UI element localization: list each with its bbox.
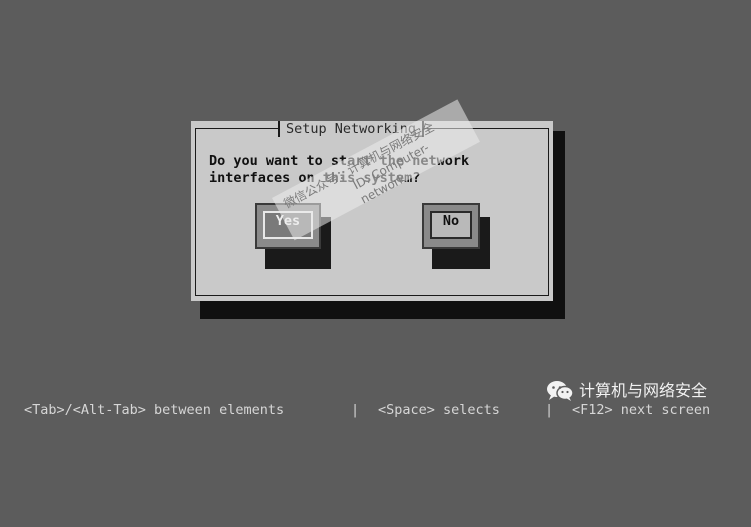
installer-screen: Setup Networking Do you want to start th… (0, 0, 751, 424)
tab-hint: <Tab>/<Alt-Tab> between elements (24, 402, 285, 418)
separator: | (351, 402, 360, 418)
separator: | (545, 402, 554, 418)
f12-hint: <F12> next screen (572, 402, 711, 418)
help-line: <Tab>/<Alt-Tab> between elements | <Spac… (24, 401, 736, 419)
wechat-icon (547, 381, 574, 401)
space-hint: <Space> selects (378, 402, 500, 418)
logo-text: 计算机与网络安全 (579, 381, 708, 400)
no-button[interactable]: No (422, 203, 480, 249)
no-button-label: No (430, 211, 472, 239)
